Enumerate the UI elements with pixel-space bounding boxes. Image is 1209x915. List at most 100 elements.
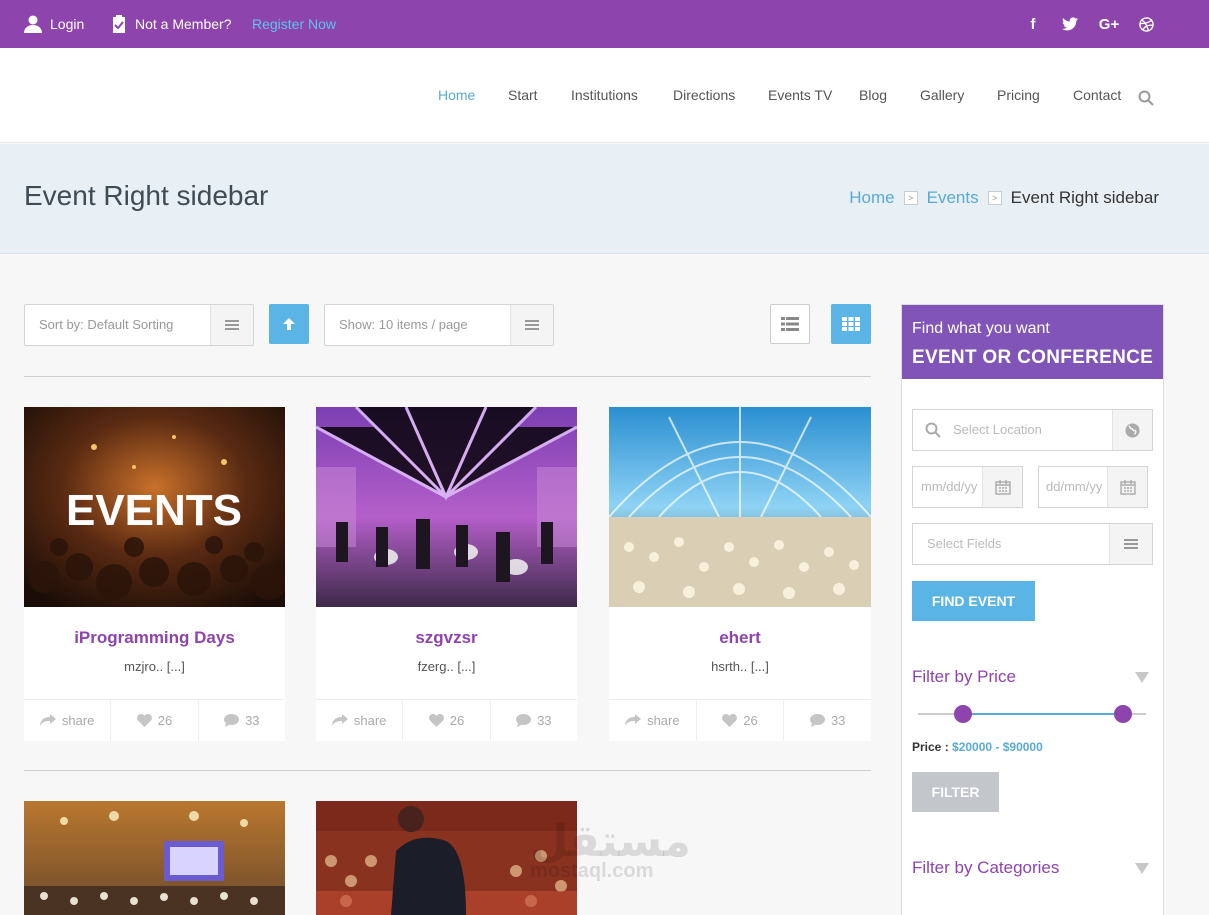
price-range-slider[interactable] bbox=[918, 705, 1146, 723]
event-card bbox=[24, 801, 285, 915]
date-from-field[interactable]: mm/dd/yy bbox=[912, 466, 1023, 508]
sort-direction-button[interactable] bbox=[269, 304, 309, 344]
event-image[interactable] bbox=[609, 407, 871, 607]
breadcrumb-home[interactable]: Home bbox=[849, 188, 894, 208]
share-icon bbox=[625, 714, 642, 726]
like-button[interactable]: 26 bbox=[111, 700, 199, 741]
date-to-placeholder: dd/mm/yy bbox=[1046, 479, 1103, 494]
filter-button[interactable]: FILTER bbox=[912, 772, 999, 812]
event-card: EVENTS iProgramming Days mzjro.. [...] s… bbox=[24, 407, 285, 741]
categories-filter-title[interactable]: Filter by Categories bbox=[912, 858, 1059, 878]
nav-blog[interactable]: Blog bbox=[859, 48, 887, 143]
per-page-select-label: Show: 10 items / page bbox=[339, 317, 468, 332]
arrow-up-icon bbox=[283, 318, 295, 330]
comment-icon bbox=[809, 714, 825, 727]
calendar-icon bbox=[1107, 467, 1147, 507]
nav-pricing[interactable]: Pricing bbox=[997, 48, 1040, 143]
twitter-icon[interactable] bbox=[1058, 0, 1082, 48]
event-title[interactable]: iProgramming Days bbox=[24, 628, 285, 648]
nav-directions[interactable]: Directions bbox=[673, 48, 735, 143]
share-button[interactable]: share bbox=[609, 700, 697, 741]
not-member-label: Not a Member? bbox=[135, 16, 232, 32]
heart-icon bbox=[722, 714, 738, 727]
search-icon[interactable] bbox=[1138, 90, 1154, 106]
event-image[interactable]: EVENTS bbox=[24, 407, 285, 607]
date-to-field[interactable]: dd/mm/yy bbox=[1038, 466, 1148, 508]
comment-count: 33 bbox=[830, 713, 846, 728]
list-view-icon bbox=[781, 317, 799, 331]
page-header: Event Right sidebar Home > Events > Even… bbox=[0, 144, 1209, 254]
like-count: 26 bbox=[743, 713, 758, 728]
main-nav: Home Start Institutions Directions Event… bbox=[0, 48, 1209, 143]
price-filter-title[interactable]: Filter by Price bbox=[912, 667, 1016, 687]
comment-button[interactable]: 33 bbox=[491, 700, 577, 741]
nav-start[interactable]: Start bbox=[508, 48, 538, 143]
grid-view-button[interactable] bbox=[831, 304, 871, 344]
comment-icon bbox=[516, 714, 532, 727]
like-count: 26 bbox=[449, 713, 465, 728]
nav-home[interactable]: Home bbox=[438, 48, 475, 143]
breadcrumb-current: Event Right sidebar bbox=[1010, 188, 1159, 207]
share-button[interactable]: share bbox=[316, 700, 404, 741]
top-bar: Login Not a Member? Register Now f G+ bbox=[0, 0, 1209, 48]
sidebar-header: Find what you want EVENT OR CONFERENCE bbox=[902, 305, 1163, 379]
nav-contact[interactable]: Contact bbox=[1073, 48, 1121, 143]
google-plus-icon[interactable]: G+ bbox=[1096, 0, 1122, 48]
comment-icon bbox=[224, 714, 240, 727]
comment-button[interactable]: 33 bbox=[199, 700, 285, 741]
event-actions: share 26 33 bbox=[316, 699, 577, 741]
price-max-handle[interactable] bbox=[1114, 705, 1132, 723]
share-icon bbox=[331, 714, 348, 726]
event-excerpt: mzjro.. [...] bbox=[124, 659, 185, 674]
login-label: Login bbox=[50, 16, 85, 32]
grid-view-icon bbox=[842, 317, 860, 331]
event-card: szgvzsr fzerg.. [...] share 26 33 bbox=[316, 407, 577, 741]
like-count: 26 bbox=[157, 713, 173, 728]
nav-events-tv[interactable]: Events TV bbox=[768, 48, 832, 143]
caret-down-icon[interactable] bbox=[1135, 863, 1149, 874]
nav-gallery[interactable]: Gallery bbox=[920, 48, 964, 143]
find-event-button[interactable]: FIND EVENT bbox=[912, 581, 1035, 621]
register-link[interactable]: Register Now bbox=[252, 0, 336, 48]
search-sidebar: Find what you want EVENT OR CONFERENCE S… bbox=[901, 304, 1164, 915]
divider bbox=[24, 376, 871, 377]
menu-icon bbox=[210, 305, 253, 345]
chevron-right-icon: > bbox=[903, 191, 918, 205]
login-link[interactable]: Login bbox=[24, 0, 84, 48]
event-excerpt: fzerg.. [...] bbox=[417, 659, 476, 674]
nav-institutions[interactable]: Institutions bbox=[571, 48, 638, 143]
breadcrumb-events[interactable]: Events bbox=[927, 188, 979, 208]
event-excerpt: hsrth.. [...] bbox=[711, 659, 769, 674]
price-min-handle[interactable] bbox=[954, 705, 972, 723]
event-image[interactable] bbox=[316, 407, 577, 607]
share-button[interactable]: share bbox=[24, 700, 112, 741]
facebook-icon[interactable]: f bbox=[1021, 0, 1045, 48]
like-button[interactable]: 26 bbox=[697, 700, 785, 741]
event-title[interactable]: szgvzsr bbox=[316, 628, 577, 648]
watermark-arabic: مستقل bbox=[530, 816, 691, 867]
share-label: share bbox=[61, 713, 95, 728]
caret-down-icon[interactable] bbox=[1135, 672, 1149, 683]
event-image[interactable] bbox=[24, 801, 285, 915]
calendar-icon bbox=[982, 467, 1022, 507]
comment-count: 33 bbox=[245, 713, 260, 728]
page-title: Event Right sidebar bbox=[24, 180, 269, 211]
globe-icon bbox=[1112, 410, 1152, 450]
dribbble-icon[interactable] bbox=[1134, 0, 1158, 48]
event-card: ehert hsrth.. [...] share 26 33 bbox=[609, 407, 871, 741]
comment-count: 33 bbox=[537, 713, 552, 728]
sort-select[interactable]: Sort by: Default Sorting bbox=[24, 304, 254, 346]
like-button[interactable]: 26 bbox=[403, 700, 491, 741]
list-view-button[interactable] bbox=[770, 304, 810, 344]
clipboard-check-icon bbox=[113, 15, 125, 33]
event-actions: share 26 33 bbox=[609, 699, 871, 741]
fields-select[interactable]: Select Fields bbox=[912, 523, 1153, 565]
location-select[interactable]: Select Location bbox=[912, 409, 1153, 451]
sidebar-intro: Find what you want bbox=[912, 320, 1050, 337]
per-page-select[interactable]: Show: 10 items / page bbox=[324, 304, 554, 346]
event-title[interactable]: ehert bbox=[609, 628, 871, 648]
price-range-value: $20000 - $90000 bbox=[952, 740, 1043, 754]
breadcrumb: Home > Events > Event Right sidebar bbox=[849, 188, 1159, 208]
comment-button[interactable]: 33 bbox=[784, 700, 871, 741]
divider bbox=[24, 770, 871, 771]
